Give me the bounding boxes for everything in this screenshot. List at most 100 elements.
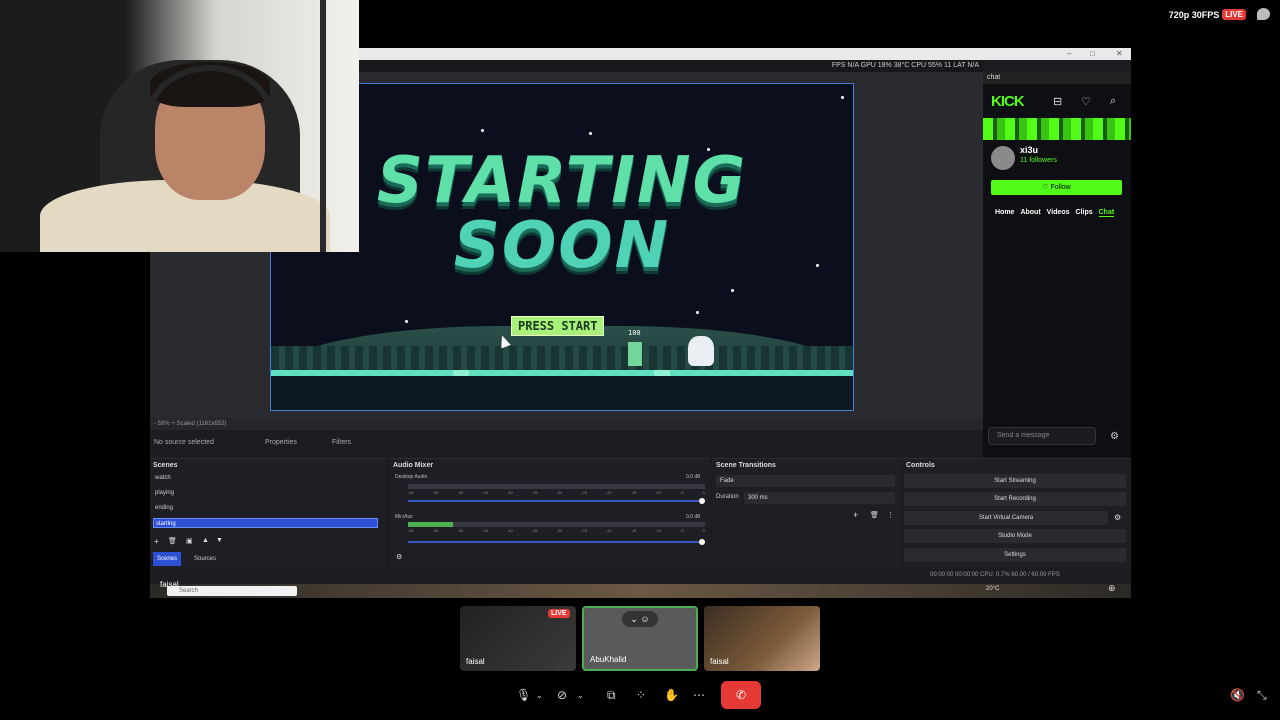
channel-name: Mic/Aux (395, 514, 413, 520)
star (405, 320, 408, 323)
nav-home[interactable]: Home (995, 209, 1014, 217)
minimize-icon[interactable]: – (1067, 49, 1071, 58)
channel-db: 0.0 dB (686, 474, 701, 480)
maximize-icon[interactable]: □ (1090, 49, 1095, 58)
presenter-label: faisal (160, 580, 179, 589)
gear-icon[interactable]: ⚙ (1110, 431, 1119, 442)
start-streaming-button[interactable]: Start Streaming (904, 474, 1126, 488)
duration-label: Duration (716, 494, 739, 500)
audio-mixer-title: Audio Mixer (393, 462, 434, 469)
add-icon[interactable]: + (154, 537, 159, 546)
meter-tick: -10 (655, 528, 662, 533)
nav-about[interactable]: About (1020, 209, 1040, 217)
follower-count: 11 followers (1020, 157, 1057, 164)
heart-icon[interactable]: ♡ (1081, 95, 1091, 108)
scene-item[interactable]: ending (153, 503, 378, 513)
star (696, 311, 699, 314)
quality-label: 720p 30FPS (1168, 9, 1220, 20)
nav-clips[interactable]: Clips (1076, 209, 1093, 217)
more-icon[interactable]: ⋯ (693, 688, 705, 702)
raise-hand-icon[interactable]: ✋ (664, 688, 679, 702)
channel-name: Desktop Audio (395, 474, 428, 480)
nav-chat[interactable]: Chat (1098, 209, 1115, 217)
meter-tick: -5 (680, 490, 684, 495)
headset (145, 65, 275, 175)
meter-tick: -30 (556, 528, 563, 533)
chevron-down-icon[interactable]: ▼ (216, 537, 223, 544)
filter-icon[interactable]: ▣ (186, 537, 193, 545)
channel-db: 0.0 dB (686, 514, 701, 520)
meter-tick: -10 (655, 490, 662, 495)
scene-item[interactable]: watch (153, 473, 378, 483)
no-source-label: No source selected (154, 439, 214, 446)
tab-scenes[interactable]: Scenes (153, 552, 182, 566)
avatar[interactable] (991, 146, 1015, 170)
trash-icon[interactable]: 🗑 (168, 537, 177, 545)
apps-icon[interactable]: ⁘ (636, 688, 646, 702)
meter-tick: -25 (581, 528, 587, 533)
meter-tick: -35 (531, 490, 538, 495)
tile-options-icon[interactable]: ⌄ ☺ (622, 611, 658, 627)
chat-bubble-icon[interactable] (1257, 8, 1270, 20)
meter-tick: -20 (605, 490, 612, 495)
channel-banner (983, 118, 1131, 140)
transitions-title: Scene Transitions (716, 462, 776, 469)
leave-call-button[interactable]: ✆ (721, 681, 761, 709)
meter-tick: -15 (630, 490, 637, 495)
live-badge: LIVE (1222, 9, 1246, 20)
meter-tick: -20 (605, 528, 612, 533)
scene-item[interactable]: playing (153, 488, 378, 498)
volume-slider[interactable] (408, 539, 705, 545)
star (589, 132, 592, 135)
participant-name: faisal (710, 657, 729, 666)
exit-fullscreen-icon[interactable]: ⤡ (1257, 688, 1267, 703)
studio-mode-button[interactable]: Studio Mode (904, 529, 1126, 543)
filters-button[interactable]: Filters (332, 436, 351, 450)
add-icon[interactable]: + (853, 510, 858, 520)
taskbar-search[interactable]: Search (167, 586, 297, 596)
close-icon[interactable]: ✕ (1116, 49, 1123, 58)
obs-status-bar: 00:00:00 00:00:00 CPU: 0.7% 60.00 / 60.0… (930, 572, 1060, 578)
trash-icon[interactable]: 🗑 (870, 511, 879, 519)
chevron-down-icon[interactable]: ⌄ (536, 691, 543, 700)
mic-arm (320, 0, 326, 252)
meter-tick: -55 (432, 528, 439, 533)
scene-item-selected[interactable]: starting (153, 518, 378, 528)
star (731, 289, 734, 292)
meter-tick: -55 (432, 490, 439, 495)
channel-name[interactable]: xi3u (1020, 145, 1038, 155)
meter-tick: -60 (408, 490, 414, 495)
duration-field[interactable]: 300 ms (744, 492, 895, 504)
score-label: 100 (628, 329, 641, 337)
nav-videos[interactable]: Videos (1047, 209, 1070, 217)
gear-icon[interactable]: ⚙ (1114, 513, 1121, 522)
properties-button[interactable]: Properties (265, 436, 297, 450)
chevron-up-icon[interactable]: ▲ (202, 537, 209, 544)
transition-select[interactable]: Fade (716, 475, 895, 487)
volume-slider[interactable] (408, 498, 705, 504)
star (841, 96, 844, 99)
microphone-icon[interactable]: 🎙 (516, 688, 531, 702)
tab-sources[interactable]: Sources (190, 552, 220, 566)
gear-icon[interactable]: ⚙ (396, 553, 402, 561)
gift-icon[interactable]: ⊟ (1053, 95, 1062, 108)
speaker-mute-icon[interactable]: 🔇 (1230, 688, 1245, 702)
camera-off-icon[interactable]: ⊘ (557, 688, 567, 702)
audio-mixer-dock: Audio Mixer (390, 458, 710, 568)
start-virtual-camera-button[interactable]: Start Virtual Camera (904, 511, 1108, 525)
participant-tile[interactable]: faisal (704, 606, 820, 671)
start-recording-button[interactable]: Start Recording (904, 492, 1126, 506)
preview-status: - 59% + Scaled (1161x652) (150, 418, 983, 430)
follow-button[interactable]: ♡ Follow (991, 180, 1122, 195)
kick-logo[interactable]: KICK (991, 93, 1025, 110)
settings-button[interactable]: Settings (904, 548, 1126, 562)
chat-input[interactable]: Send a message (988, 427, 1096, 445)
zoom-icon[interactable]: ⊕ (1108, 583, 1116, 594)
channel-nav: Home About Videos Clips Chat (995, 209, 1115, 217)
robot-character (628, 342, 642, 366)
meter-tick: -40 (506, 490, 513, 495)
chevron-down-icon[interactable]: ⌄ (577, 691, 584, 700)
share-screen-icon[interactable]: ⧉ (607, 688, 616, 703)
more-icon[interactable]: ⋮ (887, 511, 894, 519)
search-icon[interactable]: ⌕ (1110, 95, 1116, 108)
